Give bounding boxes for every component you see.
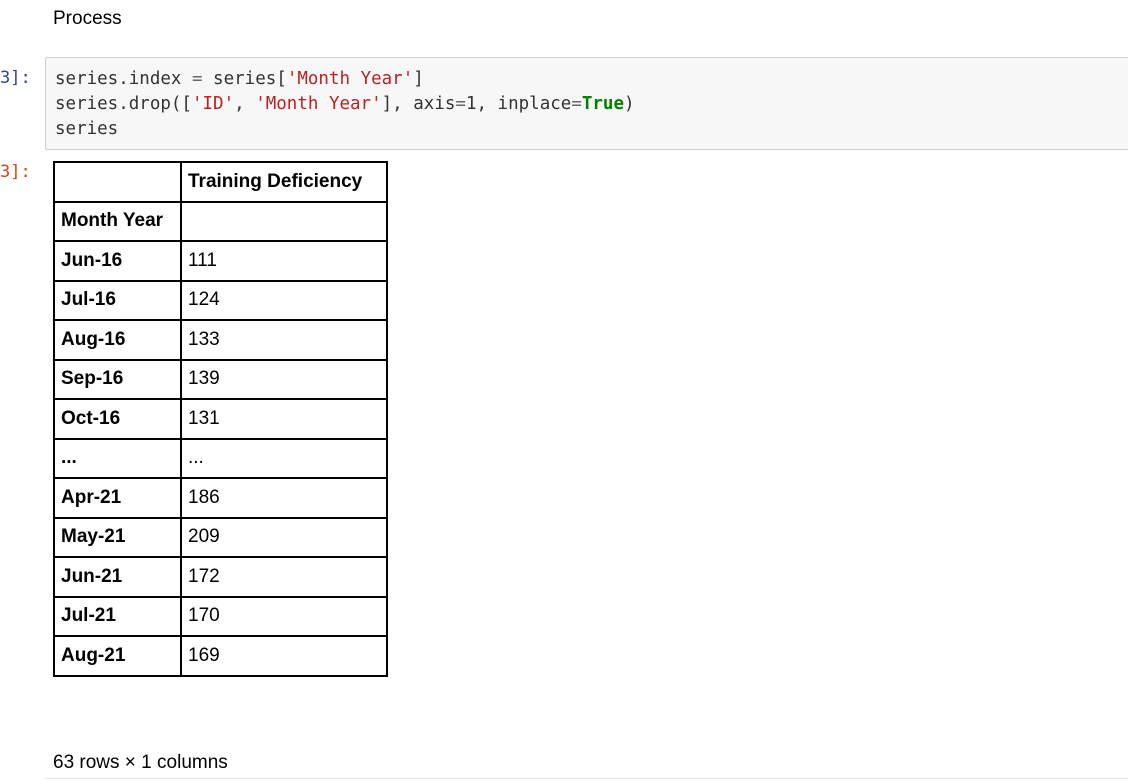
row-value: 133 (180, 319, 388, 361)
table-row: May-21 209 (53, 516, 388, 558)
row-value: 186 (180, 477, 388, 519)
code-string: 'Month Year' (286, 69, 414, 89)
cell-divider (45, 778, 1128, 779)
row-value: 111 (180, 240, 388, 282)
code-operator: = (571, 94, 582, 114)
row-index: Aug-21 (53, 635, 182, 677)
row-value: 124 (180, 279, 388, 321)
row-index: Oct-16 (53, 398, 182, 440)
table-row: Aug-21 169 (53, 635, 388, 677)
code-token: 1, inplace (465, 94, 572, 114)
index-name-row: Month Year (53, 200, 388, 242)
code-token: series.index (55, 69, 192, 89)
code-token: ], axis (381, 94, 456, 114)
row-index: Jun-16 (53, 240, 182, 282)
code-cell[interactable]: series.index = series['Month Year'] seri… (45, 57, 1128, 150)
table-row: Jul-16 124 (53, 279, 388, 321)
row-value: 139 (180, 358, 388, 400)
table-row: Sep-16 139 (53, 358, 388, 400)
notebook-page: Process 3]: series.index = series['Month… (0, 0, 1128, 781)
row-index: Jul-21 (53, 595, 182, 637)
index-name-header: Month Year (53, 200, 182, 242)
row-index: Jul-16 (53, 279, 182, 321)
input-prompt: 3]: (0, 68, 31, 88)
code-token: series (55, 119, 119, 139)
row-index: ... (53, 437, 182, 479)
table-row: Jun-16 111 (53, 240, 388, 282)
dataframe-shape-text: 63 rows × 1 columns (53, 752, 228, 773)
code-operator: = (191, 69, 203, 89)
table-body: Jun-16 111 Jul-16 124 Aug-16 133 Sep-16 139 … (53, 240, 388, 677)
markdown-cell-text: Process (53, 8, 122, 29)
code-keyword: True (581, 94, 625, 114)
row-value: 131 (180, 398, 388, 440)
code-token: , (234, 94, 256, 114)
dataframe-table: Training Deficiency Month Year Jun-16 111… (53, 161, 388, 677)
table-row: Oct-16 131 (53, 398, 388, 440)
code-operator: = (455, 94, 466, 114)
row-value: 172 (180, 556, 388, 598)
row-index: Jun-21 (53, 556, 182, 598)
code-token: ) (624, 94, 635, 114)
column-header: Training Deficiency (180, 161, 388, 203)
code-string: 'Month Year' (255, 94, 382, 114)
table-header-row: Training Deficiency (53, 161, 388, 203)
table-row: Aug-16 133 (53, 319, 388, 361)
code-string: 'ID' (191, 94, 235, 114)
output-prompt: 3]: (0, 162, 31, 182)
row-value: 169 (180, 635, 388, 677)
row-index: Aug-16 (53, 319, 182, 361)
row-index: Sep-16 (53, 358, 182, 400)
empty-header-cell (180, 200, 388, 242)
table-row-ellipsis: ...... (53, 437, 388, 479)
row-index: Apr-21 (53, 477, 182, 519)
row-value: ... (180, 437, 388, 479)
row-value: 209 (180, 516, 388, 558)
code-token: series.drop([ (55, 94, 192, 114)
code-token: ] (413, 69, 424, 89)
table-row: Jun-21 172 (53, 556, 388, 598)
code-editor[interactable]: series.index = series['Month Year'] seri… (55, 67, 635, 142)
table-row: Jul-21 170 (53, 595, 388, 637)
row-value: 170 (180, 595, 388, 637)
code-token: series[ (202, 69, 287, 89)
table-row: Apr-21 186 (53, 477, 388, 519)
corner-header-cell (53, 161, 182, 203)
row-index: May-21 (53, 516, 182, 558)
